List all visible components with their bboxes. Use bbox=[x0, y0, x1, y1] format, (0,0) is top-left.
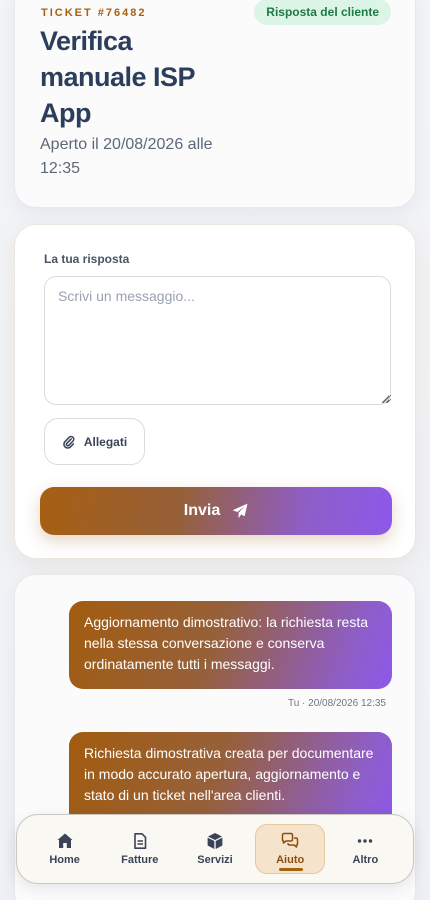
message-bubble: Aggiornamento dimostrativo: la richiesta… bbox=[69, 601, 392, 689]
nav-label: Fatture bbox=[121, 854, 159, 866]
ticket-number: TICKET #76482 bbox=[41, 7, 147, 19]
resize-handle[interactable] bbox=[383, 395, 391, 403]
paper-plane-icon bbox=[232, 503, 248, 519]
nav-item-home[interactable]: Home bbox=[30, 824, 100, 874]
nav-label: Altro bbox=[352, 854, 379, 866]
attach-label: Allegati bbox=[83, 434, 128, 449]
message-meta: Tu · 20/08/2026 12:35 bbox=[287, 698, 386, 709]
chat-icon bbox=[281, 832, 299, 848]
box-icon bbox=[207, 833, 223, 849]
reply-card: La tua risposta Allegati Invia bbox=[14, 224, 416, 559]
send-button[interactable]: Invia bbox=[40, 487, 392, 535]
ticket-title: Verifica manuale ISP App bbox=[40, 26, 195, 128]
ticket-header-card: TICKET #76482 Risposta del cliente Verif… bbox=[14, 0, 416, 208]
send-label: Invia bbox=[183, 502, 221, 519]
ticket-opened-date: Aperto il 20/08/2026 alle 12:35 bbox=[40, 136, 213, 177]
paperclip-icon bbox=[63, 435, 75, 449]
status-badge: Risposta del cliente bbox=[254, 0, 391, 25]
bottom-nav: Home Fatture Servizi Aiuto Altro bbox=[16, 814, 414, 884]
home-icon bbox=[57, 833, 73, 848]
nav-item-fatture[interactable]: Fatture bbox=[105, 824, 175, 874]
nav-item-servizi[interactable]: Servizi bbox=[180, 824, 250, 874]
nav-item-aiuto[interactable]: Aiuto bbox=[255, 824, 326, 874]
document-icon bbox=[133, 833, 147, 849]
nav-item-altro[interactable]: Altro bbox=[330, 824, 400, 874]
more-icon bbox=[358, 839, 373, 843]
nav-label: Aiuto bbox=[276, 854, 305, 866]
message-input[interactable] bbox=[44, 276, 391, 405]
reply-label: La tua risposta bbox=[44, 252, 130, 266]
attach-button[interactable]: Allegati bbox=[44, 418, 145, 465]
page: TICKET #76482 Risposta del cliente Verif… bbox=[0, 0, 430, 900]
nav-label: Servizi bbox=[197, 854, 233, 866]
nav-label: Home bbox=[49, 854, 80, 866]
